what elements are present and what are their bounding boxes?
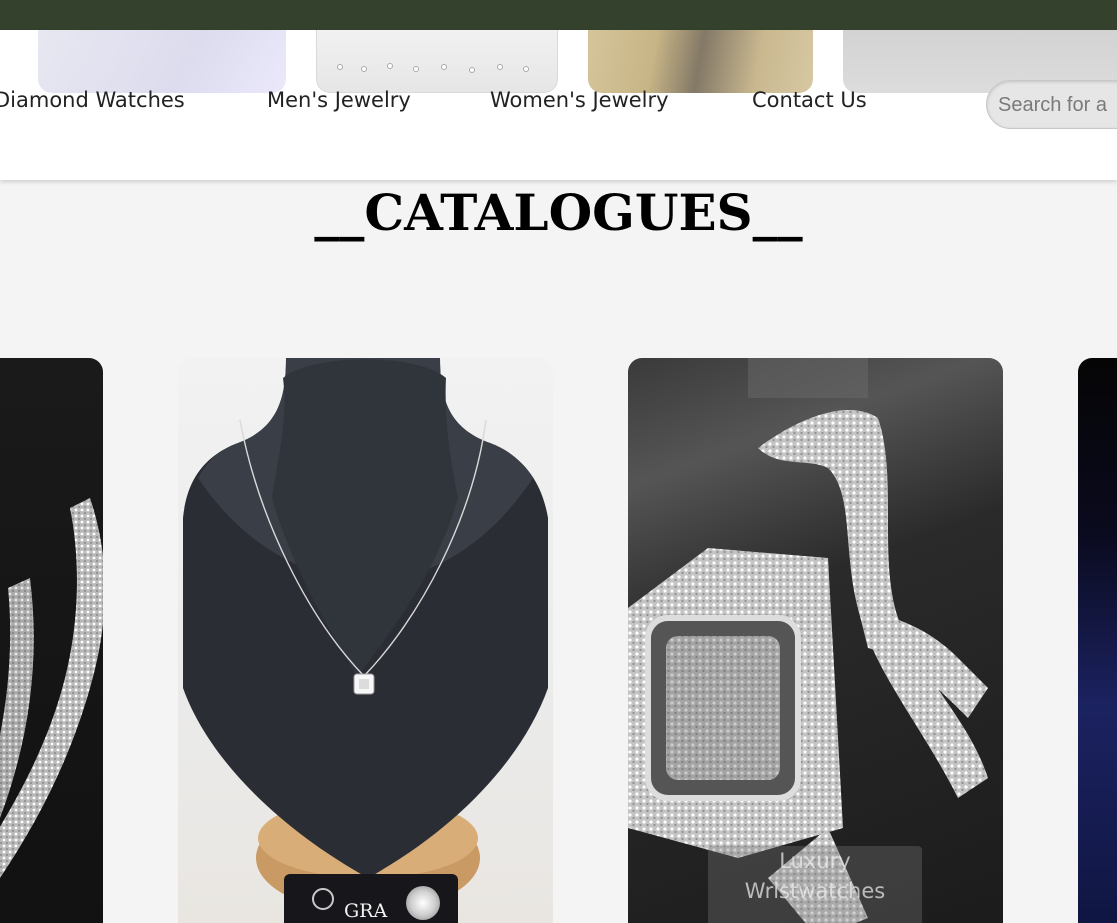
pearl-dot [469, 67, 475, 73]
nav-mens-jewelry[interactable]: Men's Jewelry [267, 88, 411, 112]
catalogue-card-necklace[interactable]: GRA [178, 358, 553, 923]
cuban-chain-image [0, 498, 103, 878]
section-title: __CATALOGUES__ [314, 183, 803, 242]
pearl-dot [361, 66, 367, 72]
search-input[interactable] [998, 93, 1117, 117]
site-header: Diamond Watches Men's Jewelry Women's Je… [0, 30, 1117, 180]
pearl-dot [441, 64, 447, 70]
header-thumbnail-3[interactable] [588, 30, 813, 93]
pearl-dot [413, 66, 419, 72]
certificate-card: GRA [284, 874, 458, 923]
pearl-dot [337, 64, 343, 70]
catalogue-card-watch[interactable]: Luxury Wristwatches [628, 358, 1003, 923]
header-thumbnail-2[interactable] [316, 30, 558, 93]
necklace-bust-image [183, 358, 548, 913]
top-bar [0, 0, 1117, 30]
search-box[interactable] [986, 80, 1117, 129]
seal-icon [312, 888, 334, 910]
catalogue-card-blue[interactable] [1078, 358, 1117, 923]
nav-contact-us[interactable]: Contact Us [752, 88, 867, 112]
certificate-text: GRA [344, 900, 388, 922]
iced-watch-image [628, 358, 988, 923]
nav-womens-jewelry[interactable]: Women's Jewelry [490, 88, 669, 112]
pearl-dot [387, 63, 393, 69]
catalogue-card-cuban-chain[interactable] [0, 358, 103, 923]
nav-diamond-watches[interactable]: Diamond Watches [0, 88, 185, 112]
diamond-icon [406, 886, 440, 920]
pearl-dot [497, 64, 503, 70]
card-label: Luxury Wristwatches [744, 849, 886, 903]
pearl-dot [523, 66, 529, 72]
header-thumbnail-1[interactable] [38, 30, 286, 93]
